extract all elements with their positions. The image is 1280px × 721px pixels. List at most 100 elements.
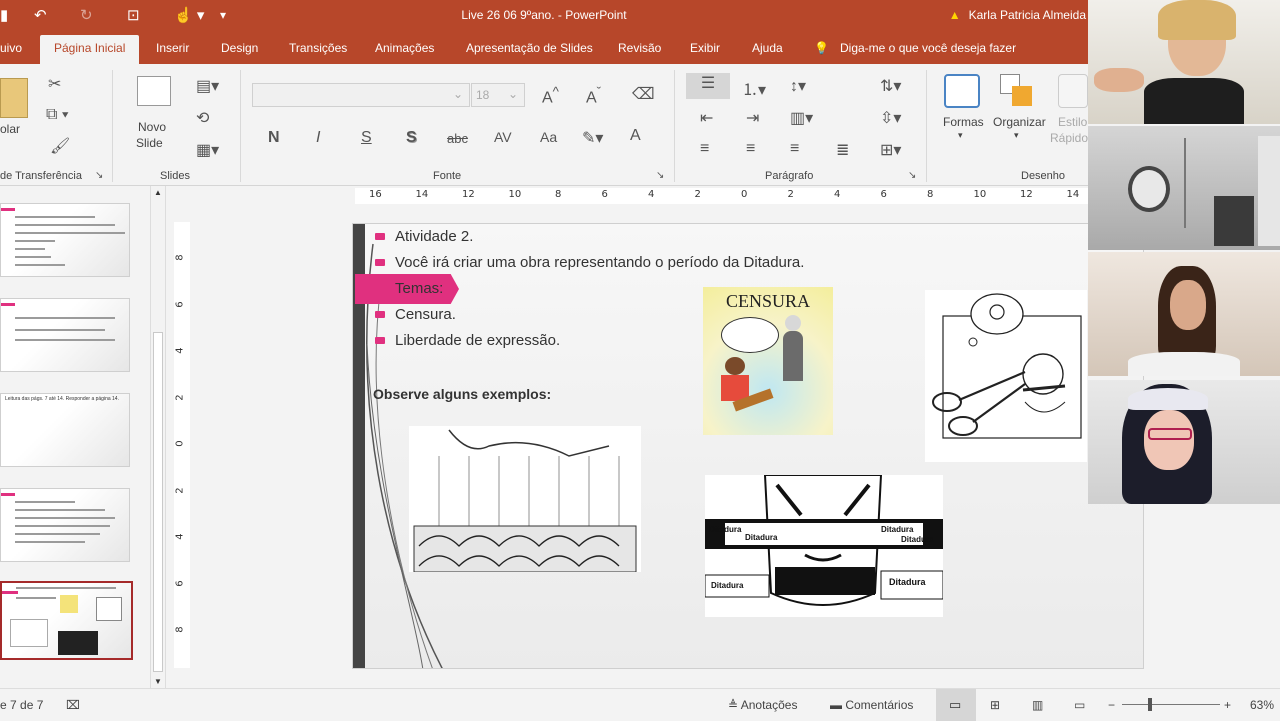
layout-icon[interactable]: ▤▾ [196,76,219,96]
tab-insert[interactable]: Inserir [156,41,189,55]
quick-styles-icon[interactable] [1058,74,1088,108]
ribbon-tabs: uivo Página Inicial Inserir Design Trans… [0,32,1088,64]
reading-view-icon[interactable]: ▥ [1032,698,1043,712]
scissors-censorship-image[interactable] [925,290,1087,462]
new-slide-icon[interactable] [137,76,171,106]
zoom-slider-handle[interactable] [1148,698,1152,711]
tell-me-search[interactable]: Diga-me o que você deseja fazer [840,41,1016,55]
accessibility-icon[interactable]: ⌧ [66,698,80,712]
font-name-dropdown[interactable]: ⌄ [252,83,470,107]
bold-button[interactable]: N [268,129,280,147]
font-size-dropdown[interactable]: 18 ⌄ [471,83,525,107]
italic-button[interactable]: I [316,129,320,147]
grow-font-icon[interactable]: A^ [542,84,559,107]
user-account[interactable]: ▲ Karla Patricia Almeida [949,8,1086,22]
char-spacing-button[interactable]: AV [494,129,512,145]
section-icon[interactable]: ▦▾ [196,140,219,160]
chevron-down-icon[interactable]: ▾ [958,130,963,141]
slide-sorter-icon[interactable]: ⊞ [990,698,1000,712]
censura-cartoon-image[interactable]: CENSURA [703,287,833,435]
slide-thumbnail-7-selected[interactable] [0,581,133,660]
tab-animations[interactable]: Animações [375,41,434,55]
shapes-label[interactable]: Formas [943,115,984,129]
zoom-in-icon[interactable]: + [1224,698,1231,712]
change-case-button[interactable]: Aa [540,129,557,145]
columns-icon[interactable]: ▥▾ [790,108,813,128]
underline-button[interactable]: S [361,129,372,147]
highlight-icon[interactable]: ✎▾ [582,128,603,148]
notes-button[interactable]: ≜ Anotações [728,698,797,712]
thumbnails-scrollbar[interactable]: ▲ ▼ [150,186,166,688]
tab-review[interactable]: Revisão [618,41,661,55]
video-participant-2[interactable] [1088,126,1280,250]
quick-styles-label-2[interactable]: Rápido [1050,131,1088,145]
slide-thumbnail-6[interactable] [0,488,130,562]
slideshow-icon[interactable]: ▭ [1074,698,1085,712]
line-spacing-icon[interactable]: ↕▾ [790,76,806,96]
video-participant-1[interactable] [1088,0,1280,124]
arrange-icon[interactable] [1000,74,1036,108]
shadow-button[interactable]: S [406,129,417,147]
chevron-down-icon[interactable]: ▾ [1014,130,1019,141]
format-painter-icon[interactable]: 🖌 [50,136,70,156]
strikethrough-button[interactable]: abc [447,131,468,146]
font-launcher-icon[interactable]: ↘ [656,170,664,181]
font-color-button[interactable]: A [630,127,641,145]
shapes-icon[interactable] [944,74,980,108]
tab-view[interactable]: Exibir [690,41,720,55]
scroll-up-icon[interactable]: ▲ [154,188,162,197]
cut-icon[interactable]: ✂ [48,74,61,94]
align-left-icon[interactable]: ≡ [700,140,709,158]
ruler-tick-label: 12 [462,189,475,200]
paragraph-group-label: Parágrafo [765,170,814,182]
tab-design[interactable]: Design [221,41,258,55]
comments-button[interactable]: ▬ Comentários [830,698,913,712]
ditadura-label: Ditadura [711,581,744,590]
tab-file[interactable]: uivo [0,41,22,55]
tab-home[interactable]: Página Inicial [40,35,140,64]
zoom-level[interactable]: 63% [1250,698,1274,712]
reset-icon[interactable]: ⟲ [196,108,209,128]
tab-transitions[interactable]: Transições [289,41,347,55]
vertical-ruler[interactable]: 8 6 4 2 0 2 4 6 8 [174,222,190,668]
video-participant-3[interactable] [1088,252,1280,376]
align-text-icon[interactable]: ⇳▾ [880,108,901,128]
slide-thumbnail-5[interactable]: Leitura das págs. 7 até 14. Responder a … [0,393,130,467]
align-right-icon[interactable]: ≡ [790,140,799,158]
scrollbar-thumb[interactable] [153,332,163,672]
normal-view-button[interactable]: ▭ [936,689,976,721]
tab-help[interactable]: Ajuda [752,41,783,55]
slide-canvas[interactable]: Atividade 2. Você irá criar uma obra rep… [352,223,1144,669]
tab-slideshow[interactable]: Apresentação de Slides [466,41,593,55]
new-slide-label[interactable]: Novo [138,120,166,134]
video-participant-4[interactable] [1088,380,1280,504]
text-direction-icon[interactable]: ⇅▾ [880,76,901,96]
slide-thumbnail-4[interactable] [0,298,130,372]
paste-label[interactable]: olar [0,122,20,136]
shrink-font-icon[interactable]: Aˇ [586,84,601,107]
smartart-icon[interactable]: ⊞▾ [880,140,901,160]
clear-formatting-icon[interactable]: ⌫ [632,84,655,104]
slide-thumbnail-3[interactable] [0,203,130,277]
ditadura-face-image[interactable]: Ditadura Ditadura Ditadura Ditadura Dita… [705,475,943,617]
puppets-hand-image[interactable] [409,426,641,572]
zoom-slider[interactable] [1122,704,1220,705]
quick-styles-label[interactable]: Estilo [1058,115,1087,129]
horizontal-ruler[interactable]: 16 14 12 10 8 6 4 2 0 2 4 6 8 10 12 14 [355,188,1088,204]
scroll-down-icon[interactable]: ▼ [154,677,162,686]
new-slide-label-2[interactable]: Slide [136,136,163,150]
copy-icon[interactable]: ⧉ ▾ [46,106,69,124]
clipboard-launcher-icon[interactable]: ↘ [95,170,103,181]
align-center-icon[interactable]: ≡ [746,140,755,158]
arrange-label[interactable]: Organizar [993,115,1046,129]
bullets-button[interactable]: ☰ [686,73,730,99]
bullet-icon [375,259,385,266]
paste-icon[interactable] [0,78,28,118]
decrease-indent-icon[interactable]: ⇤ [700,108,713,128]
numbering-icon[interactable]: ⒈▾ [742,76,766,100]
paragraph-launcher-icon[interactable]: ↘ [908,170,916,181]
bullet-text: Você irá criar uma obra representando o … [395,254,805,271]
increase-indent-icon[interactable]: ⇥ [746,108,759,128]
justify-icon[interactable]: ≣ [836,140,849,160]
zoom-out-icon[interactable]: − [1108,698,1115,712]
